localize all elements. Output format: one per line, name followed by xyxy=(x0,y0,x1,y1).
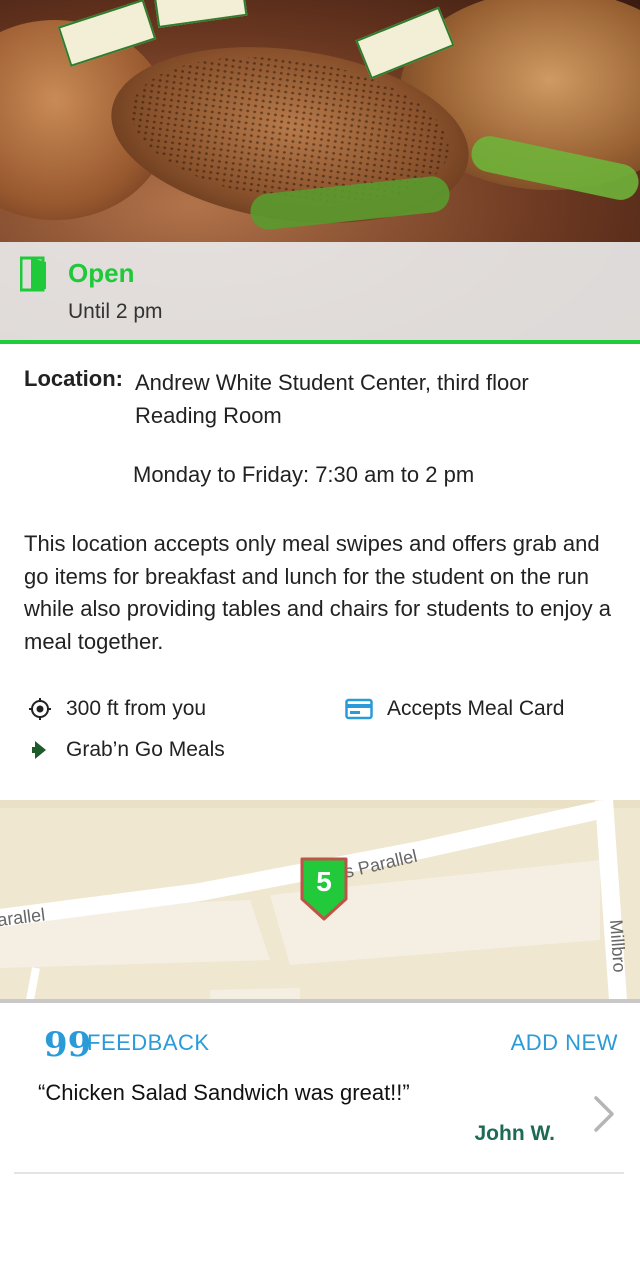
meal-card-text: Accepts Meal Card xyxy=(387,697,565,720)
location-label: Location: xyxy=(24,366,123,391)
status-underline xyxy=(0,340,640,344)
location-description: This location accepts only meal swipes a… xyxy=(24,531,612,654)
feedback-heading: FEEDBACK xyxy=(87,1030,210,1055)
grab-go-text: Grab’n Go Meals xyxy=(66,738,225,761)
map-divider xyxy=(0,999,640,1003)
open-status: Open xyxy=(68,258,135,288)
sandwich-flag xyxy=(152,0,248,29)
map-marker-number: 5 xyxy=(316,866,332,897)
open-door-icon xyxy=(20,256,46,292)
open-until: Until 2 pm xyxy=(68,300,163,323)
grab-go-feature: Grab’n Go Meals xyxy=(28,738,225,762)
status-band xyxy=(0,242,640,340)
distance-text: 300 ft from you xyxy=(66,697,207,720)
map-marker-icon[interactable]: 5 xyxy=(298,855,350,923)
add-new-feedback-button[interactable]: ADD NEW xyxy=(511,1030,618,1056)
feedback-divider xyxy=(14,1172,624,1174)
street-label-side: Millbro xyxy=(606,919,630,973)
quote-icon: 99 xyxy=(44,1025,92,1065)
meal-card-feature: Accepts Meal Card xyxy=(345,697,564,721)
opening-hours: Monday to Friday: 7:30 am to 2 pm xyxy=(133,462,475,487)
crosshair-icon xyxy=(29,698,51,720)
feedback-comment[interactable]: “Chicken Salad Sandwich was great!!” xyxy=(38,1080,410,1106)
distance-feature: 300 ft from you xyxy=(28,697,206,721)
location-value: Andrew White Student Center, third floor… xyxy=(135,370,529,428)
credit-card-icon xyxy=(345,698,373,720)
chevron-right-icon[interactable] xyxy=(592,1094,616,1134)
feedback-author: John W. xyxy=(474,1122,556,1145)
arrow-right-icon xyxy=(32,741,46,759)
